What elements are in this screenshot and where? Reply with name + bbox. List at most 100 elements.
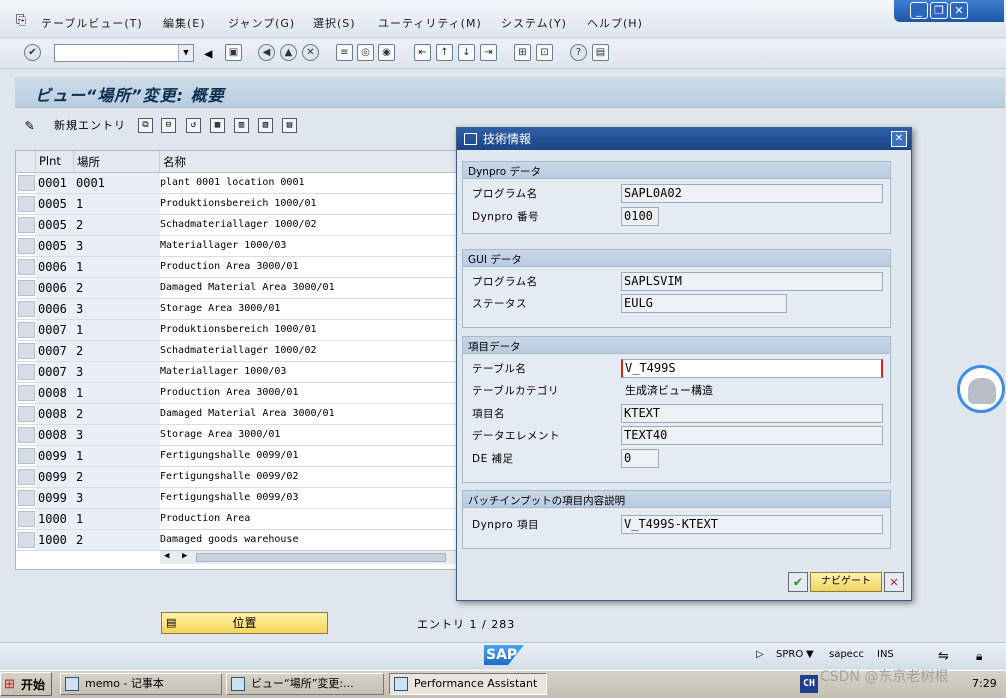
new-entries-button[interactable]: 新規エントリ [54,117,126,133]
assistant-avatar-icon[interactable] [957,365,1005,413]
menu-system[interactable]: システム(Y) [501,15,567,31]
cell-name[interactable]: Production Area [160,513,460,524]
status-expand-icon[interactable]: ▷ [756,649,764,660]
pencil-icon[interactable]: ✎ [25,116,34,134]
print-icon[interactable]: ≡ [336,44,353,61]
cell-name[interactable]: Materiallager 1000/03 [160,240,460,251]
row-selector[interactable] [18,301,35,317]
row-selector[interactable] [18,490,35,506]
table-row[interactable]: 0007 2 Schadmateriallager 1000/02 [16,341,461,362]
minimize-icon[interactable]: _ [910,2,928,19]
task-notepad[interactable]: memo - 记事本 [60,673,222,695]
cell-name[interactable]: Fertigungshalle 0099/01 [160,450,460,461]
scroll-left-icon[interactable]: ◀ [164,551,169,561]
table-row[interactable]: 0099 2 Fertigungshalle 0099/02 [16,467,461,488]
menu-table-view[interactable]: テーブルビュー(T) [41,15,143,31]
data-element-field[interactable]: TEXT40 [621,426,883,445]
help-icon[interactable]: ? [570,44,587,61]
table-row[interactable]: 0005 2 Schadmateriallager 1000/02 [16,215,461,236]
table-row[interactable]: 1000 1 Production Area [16,509,461,530]
back-icon[interactable]: ◀ [258,44,275,61]
exit-icon[interactable]: ▲ [280,44,297,61]
select-all-icon[interactable]: ▦ [210,118,225,133]
de-supplement-field[interactable]: 0 [621,449,659,468]
shortcut-icon[interactable]: ⊡ [536,44,553,61]
table-row[interactable]: 0008 3 Storage Area 3000/01 [16,425,461,446]
cell-name[interactable]: Damaged Material Area 3000/01 [160,408,460,419]
header-name[interactable]: 名称 [160,151,461,173]
table-row[interactable]: 0006 3 Storage Area 3000/01 [16,299,461,320]
cancel-x-icon[interactable]: ✕ [884,572,904,592]
chevron-down-icon[interactable]: ▼ [178,45,193,61]
start-button[interactable]: ⊞ 开始 [0,672,52,696]
prev-page-icon[interactable]: ↑ [436,44,453,61]
row-selector[interactable] [18,406,35,422]
cell-name[interactable]: Schadmateriallager 1000/02 [160,219,460,230]
save-icon[interactable]: ▣ [225,44,242,61]
cell-name[interactable]: Produktionsbereich 1000/01 [160,198,460,209]
menu-utilities[interactable]: ユーティリティ(M) [378,15,482,31]
cell-name[interactable]: Damaged goods warehouse [160,534,460,545]
program-name-field[interactable]: SAPL0A02 [621,184,883,203]
deselect-icon[interactable]: ▧ [258,118,273,133]
table-row[interactable]: 0005 1 Produktionsbereich 1000/01 [16,194,461,215]
ime-indicator[interactable]: CH [800,675,818,693]
table-row[interactable]: 0008 1 Production Area 3000/01 [16,383,461,404]
menu-selection[interactable]: 選択(S) [313,15,356,31]
row-selector[interactable] [18,427,35,443]
row-selector[interactable] [18,217,35,233]
menu-icon[interactable]: ⎘ [16,13,26,28]
navigate-button[interactable]: ナビゲート [810,572,882,592]
cell-name[interactable]: Production Area 3000/01 [160,261,460,272]
collapse-icon[interactable]: ◀ [204,46,212,62]
first-page-icon[interactable]: ⇤ [414,44,431,61]
cell-name[interactable]: Production Area 3000/01 [160,387,460,398]
row-selector[interactable] [18,532,35,548]
undo-icon[interactable]: ↺ [186,118,201,133]
header-location[interactable]: 場所 [74,151,160,173]
row-selector[interactable] [18,238,35,254]
find-next-icon[interactable]: ◉ [378,44,395,61]
menu-goto[interactable]: ジャンプ(G) [228,15,295,31]
cell-name[interactable]: plant 0001 location 0001 [160,177,460,188]
table-row[interactable]: 1000 2 Damaged goods warehouse [16,530,461,551]
ok-check-icon[interactable]: ✔ [788,572,808,592]
last-page-icon[interactable]: ⇥ [480,44,497,61]
cell-name[interactable]: Damaged Material Area 3000/01 [160,282,460,293]
row-selector[interactable] [18,511,35,527]
table-row[interactable]: 0001 0001 plant 0001 location 0001 [16,173,461,194]
cell-name[interactable]: Storage Area 3000/01 [160,303,460,314]
table-row[interactable]: 0007 1 Produktionsbereich 1000/01 [16,320,461,341]
command-field[interactable]: ▼ [54,44,194,62]
scroll-thumb[interactable] [196,553,446,562]
table-row[interactable]: 0007 3 Materiallager 1000/03 [16,362,461,383]
next-page-icon[interactable]: ↓ [458,44,475,61]
table-row[interactable]: 0006 1 Production Area 3000/01 [16,257,461,278]
scroll-right-icon[interactable]: ▶ [182,551,187,561]
gui-status-field[interactable]: EULG [621,294,787,313]
header-plant[interactable]: Plnt [36,151,74,173]
status-dropdown-icon[interactable]: ▼ [806,649,814,660]
cell-name[interactable]: Produktionsbereich 1000/01 [160,324,460,335]
menu-help[interactable]: ヘルプ(H) [587,15,643,31]
select-block-icon[interactable]: ▥ [234,118,249,133]
layout-icon[interactable]: ▤ [592,44,609,61]
cell-name[interactable]: Materiallager 1000/03 [160,366,460,377]
row-selector[interactable] [18,196,35,212]
row-selector[interactable] [18,469,35,485]
table-row[interactable]: 0006 2 Damaged Material Area 3000/01 [16,278,461,299]
cancel-icon[interactable]: ✕ [302,44,319,61]
table-row[interactable]: 0008 2 Damaged Material Area 3000/01 [16,404,461,425]
row-selector[interactable] [18,385,35,401]
field-name-field[interactable]: KTEXT [621,404,883,423]
table-row[interactable]: 0099 1 Fertigungshalle 0099/01 [16,446,461,467]
restore-icon[interactable]: ❐ [930,2,948,19]
status-transaction[interactable]: SPRO [776,649,803,660]
table-name-field[interactable]: V_T499S [621,359,883,378]
row-selector[interactable] [18,364,35,380]
dynpro-field-field[interactable]: V_T499S-KTEXT [621,515,883,534]
cell-name[interactable]: Storage Area 3000/01 [160,429,460,440]
row-selector[interactable] [18,322,35,338]
enter-icon[interactable]: ✔ [24,44,41,61]
table-row[interactable]: 0005 3 Materiallager 1000/03 [16,236,461,257]
